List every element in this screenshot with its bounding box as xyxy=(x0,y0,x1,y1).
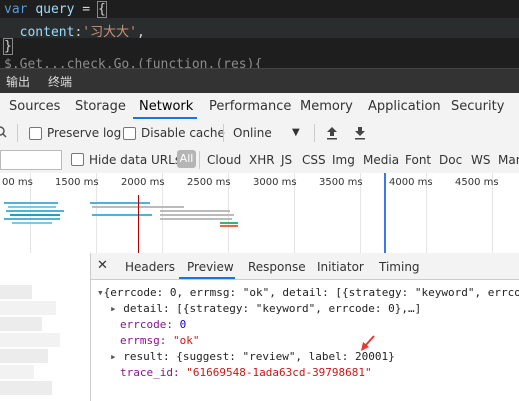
filter-all-button[interactable]: All xyxy=(177,150,196,168)
close-icon[interactable]: ✕ xyxy=(97,258,108,273)
preview-result[interactable]: ▸ result: {suggest: "review", label: 200… xyxy=(110,350,395,363)
list-item[interactable] xyxy=(0,333,60,347)
disable-cache-checkbox[interactable] xyxy=(123,127,136,140)
code-line-1: var query = { xyxy=(4,1,107,18)
load-event-line xyxy=(138,195,139,253)
tab-terminal[interactable]: 终端 xyxy=(48,73,72,90)
preview-root[interactable]: ▾{errcode: 0, errmsg: "ok", detail: [{st… xyxy=(97,286,519,299)
tab-network[interactable]: Network xyxy=(139,99,193,114)
chevron-down-icon[interactable]: ▼ xyxy=(292,127,300,138)
tab-performance[interactable]: Performance xyxy=(209,99,291,114)
domcontentloaded-event-line xyxy=(384,173,386,253)
filter-cloud[interactable]: Cloud xyxy=(207,153,241,167)
list-item[interactable] xyxy=(0,381,52,395)
annotation-arrow-icon xyxy=(361,335,375,351)
tab-application[interactable]: Application xyxy=(368,99,441,114)
code-editor[interactable]: var query = { content:'习大大', } $.Get...c… xyxy=(0,0,519,68)
filter-doc[interactable]: Doc xyxy=(439,153,462,167)
request-list[interactable] xyxy=(0,253,91,401)
download-icon[interactable] xyxy=(354,126,366,140)
filter-ws[interactable]: WS xyxy=(471,153,490,167)
timeline-tick-label: 1500 ms xyxy=(55,177,99,188)
expand-right-icon[interactable]: ▸ xyxy=(110,350,117,363)
active-tab-indicator xyxy=(179,277,235,279)
tab-security[interactable]: Security xyxy=(451,99,504,114)
tab-initiator[interactable]: Initiator xyxy=(317,260,364,274)
tab-headers[interactable]: Headers xyxy=(125,260,175,274)
request-bar xyxy=(90,202,150,204)
detail-tab-bar: ✕ Headers Preview Response Initiator Tim… xyxy=(91,253,519,280)
network-toolbar: Preserve log Disable cache Online ▼ xyxy=(0,119,519,148)
request-bar xyxy=(92,214,152,216)
tab-memory[interactable]: Memory xyxy=(300,99,353,114)
list-item[interactable] xyxy=(0,349,48,363)
request-bar xyxy=(160,218,232,220)
request-bar xyxy=(10,214,60,216)
timeline-tick-label: 00 ms xyxy=(2,177,33,188)
tab-timing[interactable]: Timing xyxy=(379,260,420,274)
timeline-tick-label: 3500 ms xyxy=(319,177,363,188)
list-item[interactable] xyxy=(0,365,34,379)
tab-response[interactable]: Response xyxy=(248,260,306,274)
preserve-log-checkbox[interactable] xyxy=(29,127,42,140)
request-bar xyxy=(160,210,230,212)
list-item[interactable] xyxy=(0,301,56,315)
filter-manifest[interactable]: Mar xyxy=(498,153,519,167)
filter-input[interactable] xyxy=(0,150,62,170)
preserve-log-label: Preserve log xyxy=(47,126,122,140)
tab-preview[interactable]: Preview xyxy=(187,260,234,274)
preview-trace-id: trace_id: "61669548-1ada63cd-39798681" xyxy=(120,366,372,379)
request-bar xyxy=(4,202,58,204)
search-icon[interactable] xyxy=(0,125,8,139)
request-bar xyxy=(220,225,238,227)
filter-bar: Hide data URLs All Cloud XHR JS CSS Img … xyxy=(0,147,519,174)
request-bar xyxy=(220,222,238,224)
request-bar xyxy=(4,218,60,220)
devtools-tab-bar: Sources Storage Network Performance Memo… xyxy=(0,93,519,120)
toolbar-divider xyxy=(17,124,18,142)
timeline-tick-label: 3000 ms xyxy=(253,177,297,188)
upload-icon[interactable] xyxy=(326,126,338,140)
expand-right-icon[interactable]: ▸ xyxy=(110,302,117,315)
drawer-tab-bar: 输出 终端 xyxy=(0,68,519,93)
toolbar-divider xyxy=(314,124,315,142)
code-line-3: } xyxy=(3,38,13,55)
filter-xhr[interactable]: XHR xyxy=(249,153,275,167)
code-line-4: $.Get...check.Go.(function.(res){ xyxy=(4,57,263,68)
timeline-tick-label: 2500 ms xyxy=(187,177,231,188)
hide-data-urls-checkbox[interactable] xyxy=(71,153,84,166)
request-bar xyxy=(144,206,184,208)
filter-js[interactable]: JS xyxy=(281,153,292,167)
code-line-2: content:'习大大', xyxy=(19,25,145,40)
filter-css[interactable]: CSS xyxy=(302,153,326,167)
timeline-tick-label: 4500 ms xyxy=(455,177,499,188)
request-detail-pane: ✕ Headers Preview Response Initiator Tim… xyxy=(91,253,519,401)
request-bar xyxy=(92,206,144,208)
network-overview-timeline[interactable]: 00 ms 1500 ms 2000 ms 2500 ms 3000 ms 35… xyxy=(0,173,519,254)
toolbar-divider xyxy=(223,124,224,142)
preview-errcode: errcode: 0 xyxy=(120,318,187,331)
filter-img[interactable]: Img xyxy=(332,153,355,167)
timeline-tick-label: 2000 ms xyxy=(121,177,165,188)
disable-cache-label: Disable cache xyxy=(141,126,225,140)
preview-detail[interactable]: ▸ detail: [{strategy: "keyword", errcode… xyxy=(110,302,421,315)
tab-output[interactable]: 输出 xyxy=(6,73,30,90)
throttling-select[interactable]: Online xyxy=(233,126,272,140)
request-bar xyxy=(12,222,52,224)
request-bar xyxy=(8,206,56,208)
filter-media[interactable]: Media xyxy=(363,153,399,167)
list-item[interactable] xyxy=(0,285,32,299)
timeline-tick-label: 4000 ms xyxy=(389,177,433,188)
tab-storage[interactable]: Storage xyxy=(75,99,126,114)
request-bar xyxy=(6,210,64,212)
preview-errmsg: errmsg: "ok" xyxy=(120,334,200,347)
request-bar xyxy=(160,214,234,216)
toolbar-divider xyxy=(199,151,200,169)
expand-down-icon[interactable]: ▾ xyxy=(97,286,104,299)
hide-data-urls-label: Hide data URLs xyxy=(89,153,182,167)
tab-sources[interactable]: Sources xyxy=(9,99,60,114)
filter-font[interactable]: Font xyxy=(405,153,431,167)
list-item[interactable] xyxy=(0,317,42,331)
